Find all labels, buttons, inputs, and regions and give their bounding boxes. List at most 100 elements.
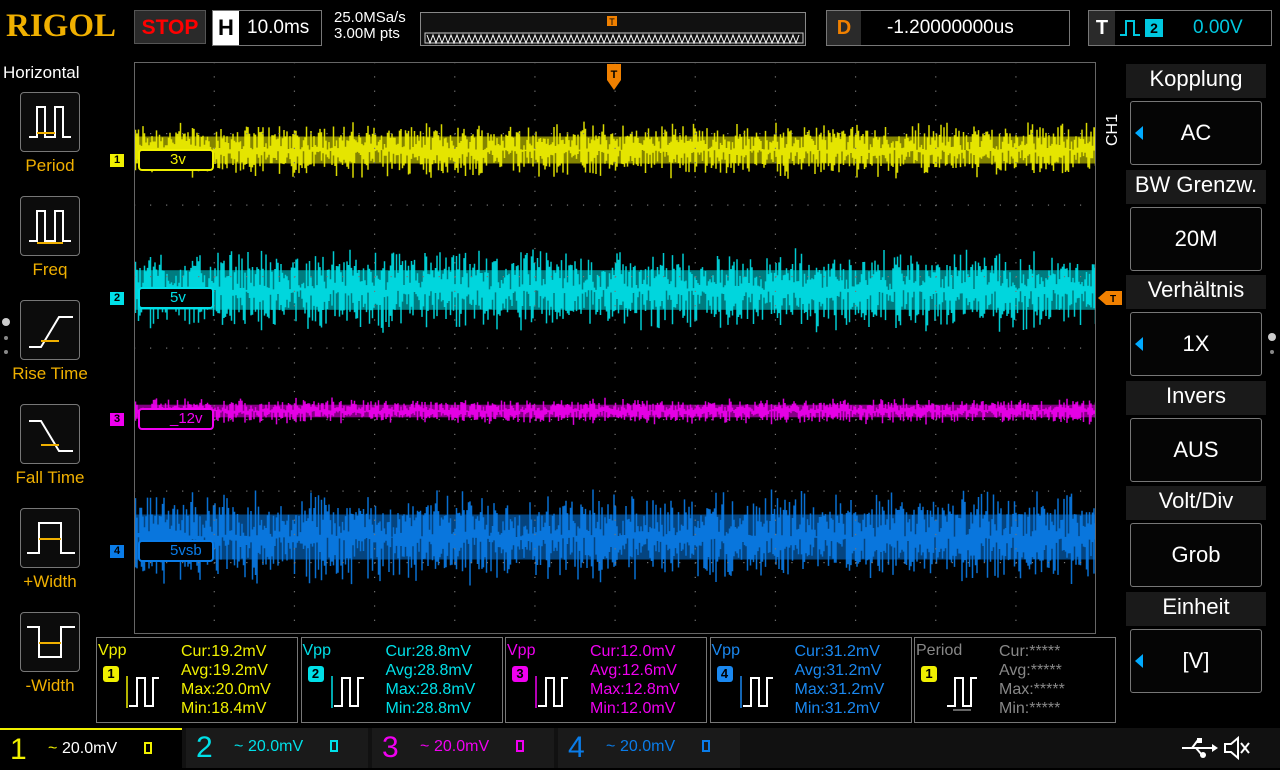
softkey-verh-ltnis[interactable]: 1X: [1130, 312, 1262, 376]
menu-item-freq[interactable]: Freq: [0, 196, 100, 300]
softkey-value: 1X: [1182, 331, 1210, 356]
channel-3-label[interactable]: _12v: [138, 408, 214, 430]
softkey-invers[interactable]: AUS: [1130, 417, 1262, 482]
plus-width-icon: [20, 508, 80, 568]
measurement-average: Avg:*****: [999, 662, 1062, 679]
measurement-vpp-ch2[interactable]: Vpp 2 Cur:28.8mV Avg:28.8mV Max:28.8mV Min:28…: [300, 637, 503, 723]
coupling-symbol: ~: [606, 738, 616, 755]
right-menu-page-dot-icon: [1270, 350, 1274, 354]
channel-number: 1: [10, 733, 27, 766]
measurement-name: Vpp: [98, 642, 127, 659]
softkey-title-verh-ltnis: Verhältnis: [1126, 275, 1266, 309]
measurement-max: Max:*****: [999, 681, 1065, 698]
measurement-name: Vpp: [711, 642, 740, 659]
channel-4-offset-marker[interactable]: 4: [110, 545, 124, 558]
menu-item-fall-time[interactable]: Fall Time: [0, 404, 100, 508]
period-icon: [20, 92, 80, 152]
channel-number: 4: [568, 731, 585, 764]
measurement-average: Avg:28.8mV: [385, 662, 473, 679]
rigol-logo: RIGOL: [6, 8, 117, 44]
measurement-name: Period: [916, 642, 963, 659]
measurement-average: Avg:12.6mV: [590, 662, 677, 679]
delay-label: D: [827, 11, 861, 45]
channel-scale: 20.0mV: [434, 738, 490, 755]
menu-item-label: Rise Time: [12, 364, 88, 383]
softkey-bw-grenzw[interactable]: 20M: [1130, 206, 1262, 271]
menu-item-period[interactable]: Period: [0, 92, 100, 196]
channel-number: 2: [196, 731, 213, 764]
channel-1-status[interactable]: 1 ~20.0mV: [0, 728, 182, 770]
measurement-max: Max:28.8mV: [385, 681, 476, 698]
bandwidth-limit-icon: [144, 742, 152, 754]
channel-1-offset-marker[interactable]: 1: [110, 154, 124, 167]
softkey-einheit[interactable]: [V]: [1130, 628, 1262, 693]
measurement-vpp-ch4[interactable]: Vpp 4 Cur:31.2mV Avg:31.2mV Max:31.2mV Min:31…: [709, 637, 912, 723]
memory-overview-strip[interactable]: T: [420, 12, 806, 46]
menu-item-rise-time[interactable]: Rise Time: [0, 300, 100, 404]
horizontal-label: H: [213, 11, 239, 45]
channel-4-status[interactable]: 4 ~20.0mV: [558, 728, 740, 768]
measurement-current: Cur:*****: [999, 643, 1061, 660]
channel-3-waveform: [133, 397, 1097, 425]
softkey-volt-div[interactable]: Grob: [1130, 523, 1262, 587]
menu-item-label: Freq: [32, 260, 68, 279]
channel-4-label[interactable]: 5vsb: [138, 540, 214, 562]
menu-page-indicator-icon: [2, 318, 10, 326]
channel-2-label[interactable]: 5v: [138, 287, 214, 309]
waveform-display[interactable]: [133, 61, 1098, 635]
channel-1-waveform: [133, 121, 1097, 179]
svg-text:T: T: [1110, 294, 1116, 305]
fall-time-icon: [20, 404, 80, 464]
vpp-icon: [535, 676, 568, 708]
measurement-min: Min:12.0mV: [590, 700, 676, 717]
measurement-max: Max:12.8mV: [590, 681, 680, 698]
channel-3-offset-marker[interactable]: 3: [110, 413, 124, 426]
menu-page-dot-icon: [4, 350, 8, 354]
menu-item-label: +Width: [23, 572, 77, 591]
channel-1-label[interactable]: 3v: [138, 149, 214, 171]
bandwidth-limit-icon: [330, 740, 338, 752]
graticule: [133, 61, 1098, 635]
trigger-box[interactable]: T 2 0.00V: [1088, 10, 1272, 46]
run-stop-status[interactable]: STOP: [134, 10, 206, 44]
channel-2-offset-marker[interactable]: 2: [110, 292, 124, 305]
channel-2-status[interactable]: 2 ~20.0mV: [186, 728, 368, 768]
usb-icon: [1182, 738, 1218, 758]
delay-box[interactable]: D -1.20000000us: [826, 10, 1070, 46]
trigger-time-marker-icon[interactable]: T: [606, 62, 622, 92]
softkey-title-volt-div: Volt/Div: [1126, 486, 1266, 520]
horizontal-timebase-box[interactable]: H 10.0ms: [212, 10, 322, 46]
timebase-value: 10.0ms: [247, 17, 310, 38]
bandwidth-limit-icon: [516, 740, 524, 752]
softkey-kopplung[interactable]: AC: [1130, 101, 1262, 165]
measurement-vpp-ch1[interactable]: Vpp 1 Cur:19.2mV Avg:19.2mV Max:20.0mV Min:18…: [96, 637, 298, 723]
softkey-value: [V]: [1182, 647, 1210, 673]
measurement-min: Min:*****: [999, 700, 1061, 717]
menu-channel-label: CH1: [1104, 113, 1121, 146]
rising-edge-icon: [1120, 20, 1140, 36]
softkey-value: AUS: [1173, 436, 1219, 462]
measurement-source: 1: [921, 666, 937, 682]
menu-item-width[interactable]: +Width: [0, 508, 100, 612]
measurement-source: 4: [716, 666, 733, 682]
softkey-value: 20M: [1174, 225, 1218, 251]
channel-scale: 20.0mV: [620, 738, 676, 755]
menu-item-width[interactable]: -Width: [0, 612, 100, 716]
svg-text:T: T: [609, 17, 615, 27]
trigger-level-marker-icon[interactable]: T: [1098, 290, 1124, 306]
measurement-name: Vpp: [507, 642, 536, 659]
rise-time-icon: [20, 300, 80, 360]
left-menu-title: Horizontal: [3, 63, 80, 82]
speaker-muted-icon[interactable]: [1222, 734, 1252, 762]
measurement-vpp-ch3[interactable]: Vpp 3 Cur:12.0mV Avg:12.6mV Max:12.8mV Min:12…: [505, 637, 707, 723]
softkey-value: Grob: [1171, 542, 1221, 567]
period-icon: [947, 677, 977, 711]
menu-item-label: Fall Time: [15, 468, 85, 487]
measurement-min: Min:28.8mV: [385, 700, 471, 717]
coupling-symbol: ~: [420, 738, 430, 755]
bandwidth-limit-icon: [702, 740, 710, 752]
trigger-label: T: [1089, 11, 1115, 45]
channel-3-status[interactable]: 3 ~20.0mV: [372, 728, 554, 768]
measurement-period-ch1[interactable]: Period 1 Cur:***** Avg:***** Max:***** Min:**…: [914, 637, 1116, 723]
menu-item-label: Period: [25, 156, 75, 175]
